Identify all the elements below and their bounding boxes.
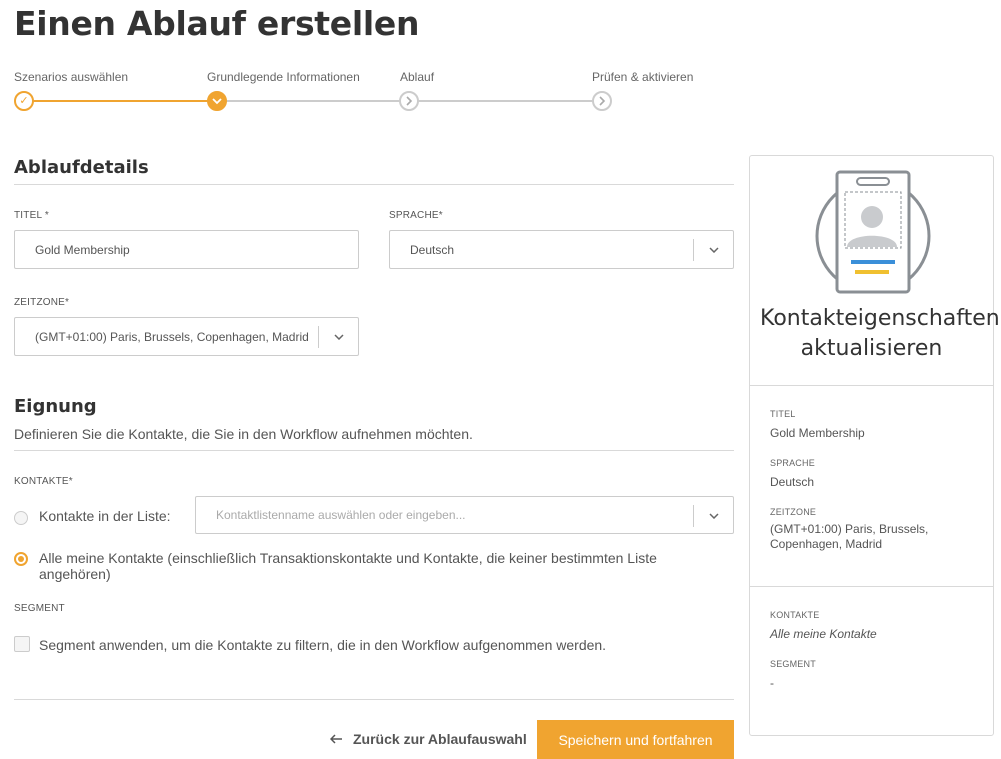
divider: [14, 699, 734, 700]
summary-segment-label: SEGMENT: [770, 659, 816, 669]
contact-card-icon: [815, 170, 931, 294]
step-scenarios[interactable]: ✓: [14, 91, 34, 111]
step-basic-info[interactable]: [207, 91, 227, 111]
contacts-field-label: KONTAKTE*: [14, 476, 73, 487]
language-select[interactable]: Deutsch: [389, 230, 734, 269]
segment-checkbox-label[interactable]: Segment anwenden, um die Kontakte zu fil…: [39, 637, 606, 653]
contacts-in-list-label[interactable]: Kontakte in der Liste:: [39, 508, 171, 524]
summary-contacts-label: KONTAKTE: [770, 610, 820, 620]
timezone-select-value: (GMT+01:00) Paris, Brussels, Copenhagen,…: [35, 329, 309, 344]
eligibility-description: Definieren Sie die Kontakte, die Sie in …: [14, 426, 473, 442]
step-label-review: Prüfen & aktivieren: [592, 70, 694, 84]
language-select-value: Deutsch: [410, 242, 455, 257]
title-input-value: Gold Membership: [35, 242, 130, 257]
summary-language-value: Deutsch: [770, 475, 815, 489]
progress-stepper: Szenarios auswählen Grundlegende Informa…: [14, 70, 734, 114]
timezone-select[interactable]: (GMT+01:00) Paris, Brussels, Copenhagen,…: [14, 317, 359, 356]
divider: [750, 586, 993, 587]
summary-segment-value: -: [770, 676, 774, 690]
chevron-down-icon: [693, 505, 733, 527]
contact-list-placeholder: Kontaktlistenname auswählen oder eingebe…: [216, 508, 466, 522]
details-heading: Ablaufdetails: [14, 157, 149, 178]
check-icon: ✓: [19, 94, 29, 107]
divider: [14, 450, 734, 451]
title-input[interactable]: Gold Membership: [14, 230, 359, 269]
summary-language-label: SPRACHE: [770, 458, 815, 468]
summary-title: Kontakteigenschaften aktualisieren: [760, 306, 1000, 361]
back-button-label: Zurück zur Ablaufauswahl: [353, 731, 527, 747]
step-label-basic-info: Grundlegende Informationen: [207, 70, 360, 84]
step-label-scenarios: Szenarios auswählen: [14, 70, 129, 84]
step-review[interactable]: [592, 91, 612, 111]
summary-panel: Kontakteigenschaften aktualisieren TITEL…: [749, 155, 1000, 736]
summary-timezone-label: ZEITZONE: [770, 507, 817, 517]
summary-timezone-value: (GMT+01:00) Paris, Brussels, Copenhagen,…: [770, 522, 929, 551]
summary-title-label: TITEL: [770, 409, 796, 419]
eligibility-heading: Eignung: [14, 396, 97, 417]
page-title: Einen Ablauf erstellen: [14, 4, 420, 43]
save-and-continue-button[interactable]: Speichern und fortfahren: [537, 720, 734, 759]
chevron-down-icon: [212, 97, 222, 104]
chevron-right-icon: [405, 96, 412, 106]
chevron-right-icon: [598, 96, 605, 106]
timezone-field-label: ZEITZONE*: [14, 297, 70, 308]
language-field-label: SPRACHE*: [389, 210, 443, 221]
arrow-left-icon: [330, 734, 342, 744]
step-label-flow: Ablauf: [400, 70, 435, 84]
summary-contacts-value: Alle meine Kontakte: [770, 627, 877, 641]
radio-contacts-in-list[interactable]: [14, 511, 28, 525]
back-to-flow-selection-button[interactable]: Zurück zur Ablaufauswahl: [330, 731, 527, 747]
title-field-label: TITEL *: [14, 210, 49, 221]
chevron-down-icon: [318, 326, 358, 348]
segment-checkbox[interactable]: [14, 636, 30, 652]
all-contacts-label[interactable]: Alle meine Kontakte (einschließlich Tran…: [39, 550, 689, 582]
chevron-down-icon: [693, 239, 733, 261]
radio-all-contacts[interactable]: [14, 552, 28, 566]
step-connector: [410, 100, 603, 102]
step-flow[interactable]: [399, 91, 419, 111]
contact-list-select[interactable]: Kontaktlistenname auswählen oder eingebe…: [195, 496, 734, 534]
summary-title-value: Gold Membership: [770, 426, 865, 440]
divider: [14, 184, 734, 185]
segment-field-label: SEGMENT: [14, 603, 65, 614]
step-connector-done: [24, 100, 217, 102]
divider: [750, 385, 993, 386]
step-connector: [217, 100, 410, 102]
